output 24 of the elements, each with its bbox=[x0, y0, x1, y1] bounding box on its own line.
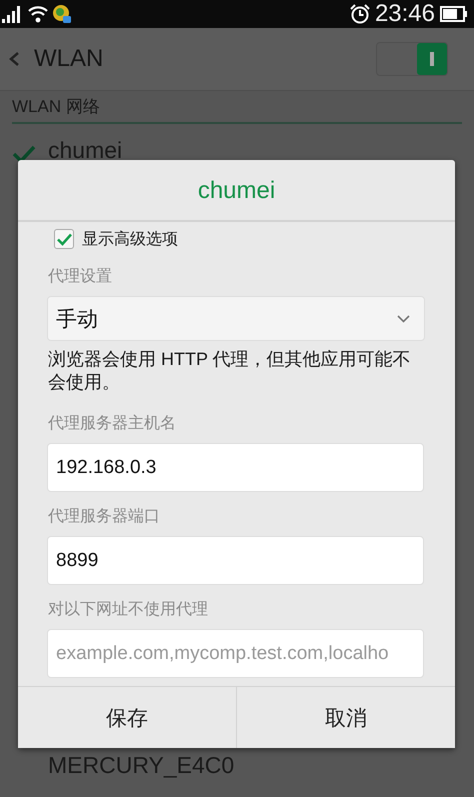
wlan-toggle[interactable] bbox=[376, 42, 448, 76]
battery-icon bbox=[440, 6, 468, 22]
input-field[interactable]: example.com,mycomp.test.com,localho bbox=[47, 629, 424, 678]
input-field[interactable]: 8899 bbox=[47, 536, 424, 585]
input-field[interactable]: 192.168.0.3 bbox=[47, 443, 424, 492]
chevron-down-icon bbox=[397, 314, 410, 322]
cancel-button[interactable]: 取消 bbox=[236, 687, 455, 748]
field-label: 对以下网址不使用代理 bbox=[48, 600, 209, 620]
screen-title: WLAN bbox=[34, 45, 104, 73]
back-icon[interactable] bbox=[8, 51, 20, 67]
dialog-title: chumei bbox=[18, 160, 455, 222]
clock-time: 23:46 bbox=[374, 0, 435, 28]
app-notification-icon bbox=[52, 4, 72, 24]
field-label: 代理设置 bbox=[48, 267, 113, 287]
field-label: 代理服务器端口 bbox=[48, 506, 161, 527]
advanced-checkbox[interactable] bbox=[54, 229, 74, 249]
proxy-dropdown[interactable]: 手动 bbox=[47, 296, 425, 341]
alarm-icon bbox=[350, 4, 370, 24]
proxy-note: 浏览器会使用 HTTP 代理，但其他应用可能不会使用。 bbox=[48, 348, 411, 394]
checkbox-label: 显示高级选项 bbox=[82, 230, 178, 250]
field-label: 代理服务器主机名 bbox=[48, 414, 177, 434]
wifi-icon bbox=[28, 5, 48, 23]
section-title: WLAN 网络 bbox=[12, 91, 462, 124]
save-button[interactable]: 保存 bbox=[18, 687, 236, 748]
